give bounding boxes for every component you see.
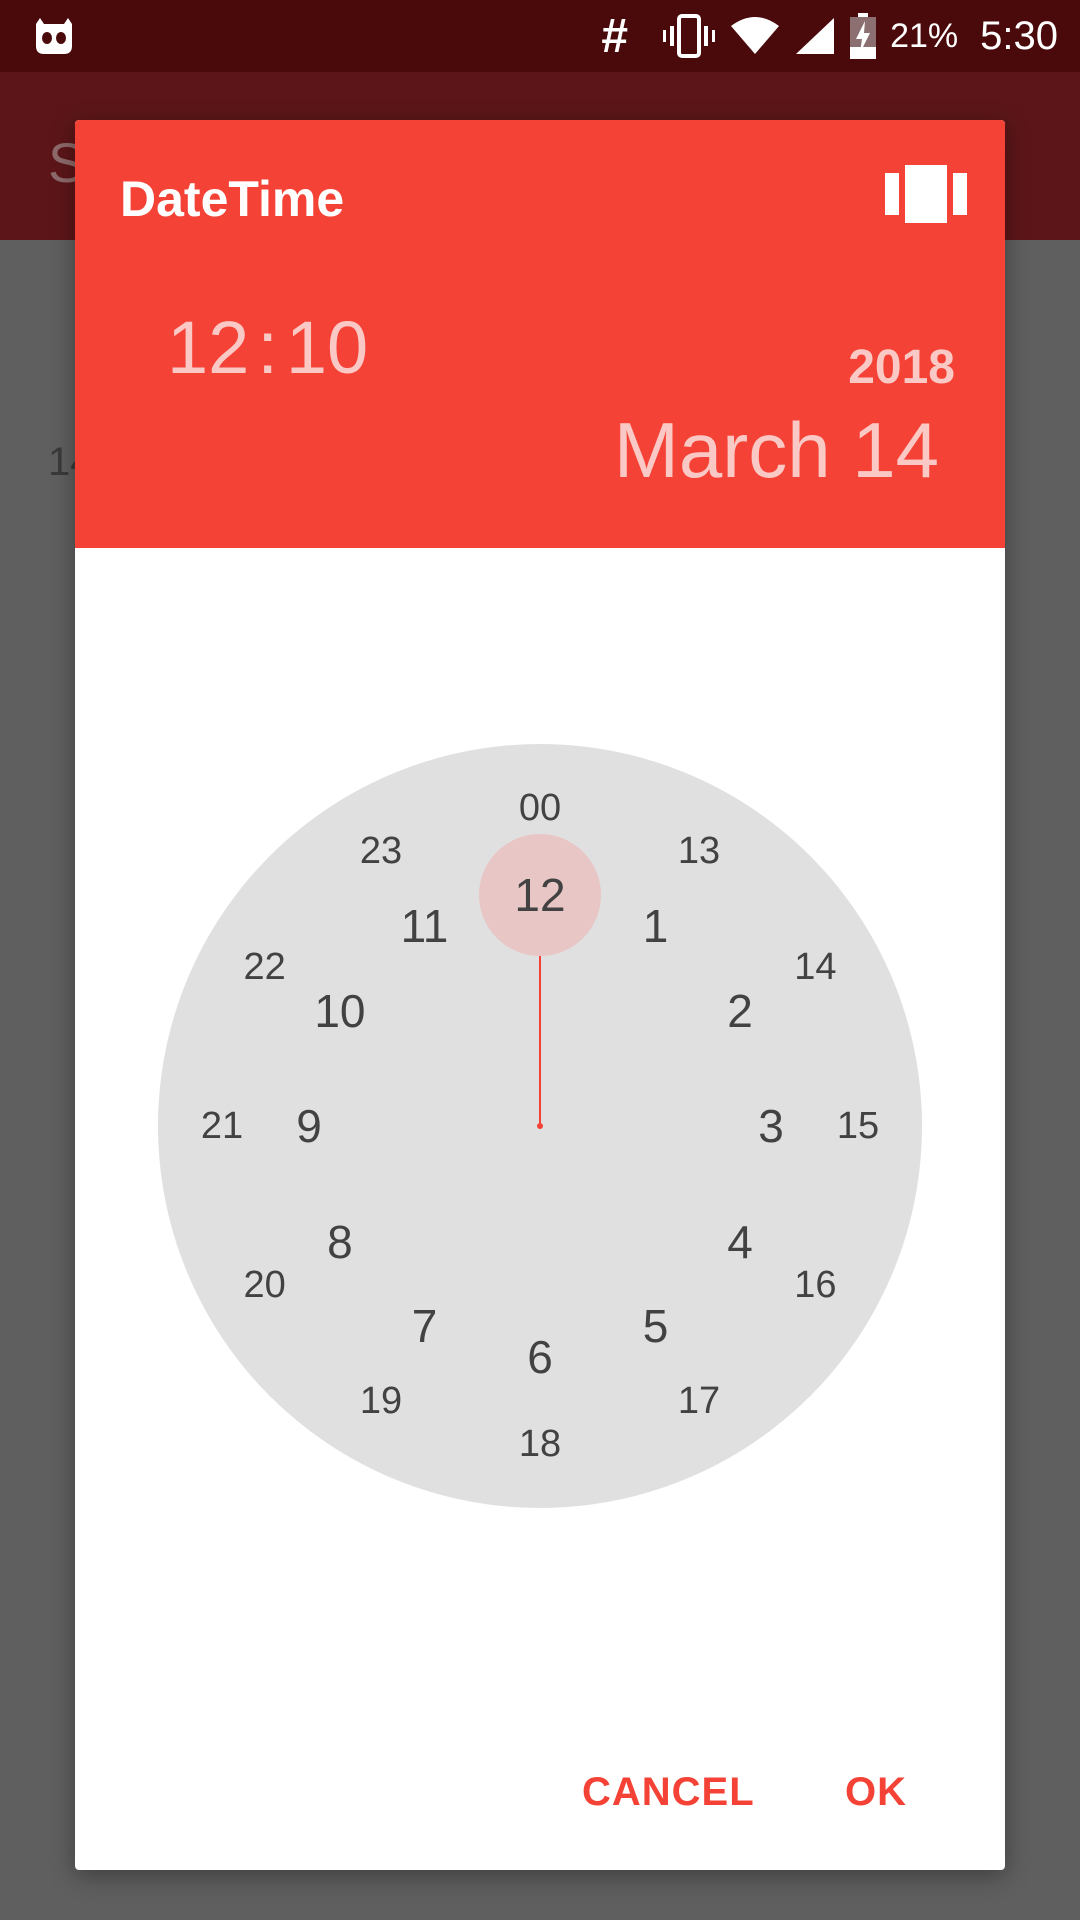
dialog-header: DateTime 12 : 10 2018 March 14 xyxy=(75,120,1005,548)
time-separator: : xyxy=(257,306,278,389)
wifi-icon xyxy=(731,17,780,54)
signal-icon xyxy=(796,18,835,54)
minute-display[interactable]: 10 xyxy=(286,305,368,390)
clock-hour-10[interactable]: 10 xyxy=(314,988,365,1034)
status-bar: # 21% 5:30 xyxy=(0,0,1080,72)
hour-display[interactable]: 12 xyxy=(167,305,249,390)
clock-hour-14[interactable]: 14 xyxy=(794,948,836,986)
hour-clock-face[interactable]: 12 1 2 3 4 5 6 7 8 9 10 11 00 13 14 15 16 17 18 19 20 21 22 23 xyxy=(158,744,922,1508)
clock-hour-9[interactable]: 9 xyxy=(296,1103,322,1149)
datetime-dialog: DateTime 12 : 10 2018 March 14 12 1 2 3 4 5 6 7… xyxy=(75,120,1005,1870)
ok-button[interactable]: OK xyxy=(845,1770,907,1815)
clock-hour-3[interactable]: 3 xyxy=(758,1103,784,1149)
clock-hour-1[interactable]: 1 xyxy=(643,903,669,949)
clock-hour-15[interactable]: 15 xyxy=(837,1107,879,1145)
cancel-button[interactable]: CANCEL xyxy=(582,1770,755,1815)
hash-notification-icon: # xyxy=(601,9,629,63)
clock-hour-00[interactable]: 00 xyxy=(519,789,561,827)
year-display[interactable]: 2018 xyxy=(848,340,955,395)
selected-time: 12 : 10 xyxy=(167,305,368,390)
clock-hour-13[interactable]: 13 xyxy=(678,832,720,870)
status-time: 5:30 xyxy=(980,13,1058,58)
clock-hour-23[interactable]: 23 xyxy=(360,832,402,870)
dialog-actions: CANCEL OK xyxy=(75,1730,1005,1870)
clock-hour-6[interactable]: 6 xyxy=(527,1334,553,1380)
cyanogen-bot-icon xyxy=(36,18,72,54)
dialog-title: DateTime xyxy=(120,171,345,227)
clock-hour-7[interactable]: 7 xyxy=(412,1303,438,1349)
clock-face-graphic xyxy=(158,744,922,1508)
battery-charging-icon xyxy=(850,13,877,59)
clock-hour-4[interactable]: 4 xyxy=(727,1219,753,1265)
vibrate-icon xyxy=(663,14,716,58)
clock-hour-22[interactable]: 22 xyxy=(243,948,285,986)
clock-hour-17[interactable]: 17 xyxy=(678,1382,720,1420)
view-carousel-icon[interactable] xyxy=(885,165,967,223)
clock-hour-2[interactable]: 2 xyxy=(727,988,753,1034)
clock-hour-18[interactable]: 18 xyxy=(519,1425,561,1463)
clock-center-dot xyxy=(537,1123,543,1129)
clock-hour-8[interactable]: 8 xyxy=(327,1219,353,1265)
date-display[interactable]: March 14 xyxy=(614,405,939,496)
clock-hour-16[interactable]: 16 xyxy=(794,1266,836,1304)
clock-hour-11[interactable]: 11 xyxy=(401,903,449,949)
clock-hour-19[interactable]: 19 xyxy=(360,1382,402,1420)
battery-percent: 21% xyxy=(890,16,959,55)
clock-hour-12[interactable]: 12 xyxy=(514,872,565,918)
clock-hour-5[interactable]: 5 xyxy=(643,1303,669,1349)
clock-hour-20[interactable]: 20 xyxy=(243,1266,285,1304)
clock-hour-21[interactable]: 21 xyxy=(201,1107,243,1145)
